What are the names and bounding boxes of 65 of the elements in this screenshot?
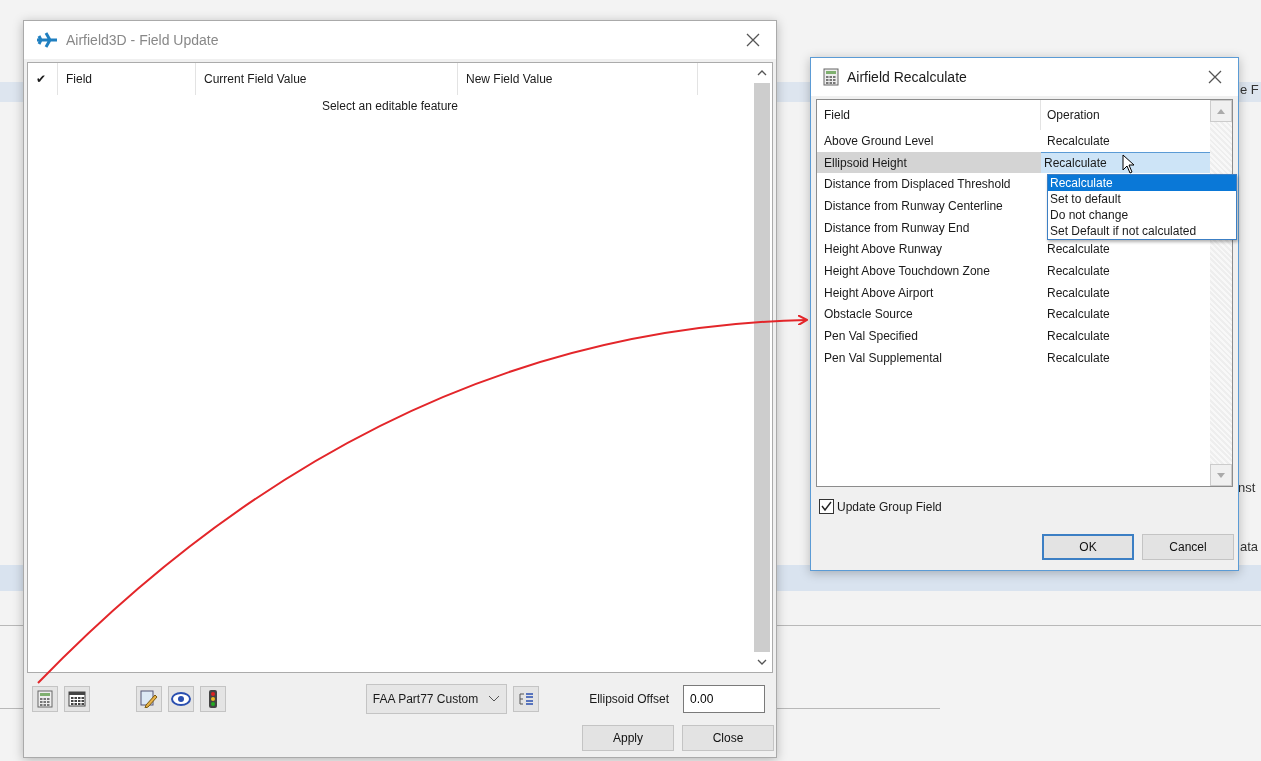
operation-cell[interactable]: Recalculate (1041, 350, 1210, 365)
list-icon (518, 691, 535, 707)
operation-cell[interactable]: Recalculate (1041, 263, 1210, 278)
window-title: Airfield Recalculate (847, 69, 968, 85)
checkbox[interactable] (819, 499, 834, 514)
column-header[interactable]: Operation (1041, 108, 1210, 122)
eye-icon (171, 691, 191, 707)
calculator-icon (823, 68, 839, 86)
dropdown-option[interactable]: Do not change (1048, 207, 1236, 224)
status-button[interactable] (200, 686, 226, 712)
column-header[interactable]: Field (817, 100, 1041, 130)
view-button[interactable] (168, 686, 194, 712)
field-cell[interactable]: Height Above Airport (817, 281, 1041, 304)
chevron-icon (488, 695, 501, 703)
dropdown-option[interactable]: Set Default if not calculated (1048, 223, 1236, 240)
dropdown-option[interactable]: Recalculate (1048, 175, 1236, 192)
dialog-button[interactable]: Apply (582, 725, 674, 751)
chevron-down-icon (757, 659, 767, 665)
background-text: ata (1240, 539, 1259, 554)
column-header[interactable]: Current Field Value (196, 63, 458, 95)
field-cell[interactable]: Distance from Displaced Threshold (817, 173, 1041, 196)
calculator-icon (37, 690, 53, 708)
list-button[interactable] (513, 686, 540, 712)
dropdown-option[interactable]: Set to default (1048, 191, 1236, 208)
chevron-up-icon (757, 70, 767, 76)
background-text: nst (1238, 480, 1256, 495)
background-text: e F (1240, 82, 1259, 97)
field-cell[interactable]: Distance from Runway Centerline (817, 195, 1041, 217)
offset-label: Ellipsoid Offset (589, 692, 669, 706)
field-cell[interactable]: Height Above Touchdown Zone (817, 260, 1041, 282)
pencil-table-icon (140, 690, 158, 708)
airplane-icon (36, 31, 58, 49)
field-cell[interactable]: Above Ground Level (817, 130, 1041, 152)
field-cell[interactable]: Height Above Runway (817, 238, 1041, 261)
field-cell[interactable]: Pen Val Supplemental (817, 346, 1041, 369)
scheme-dropdown[interactable]: FAA Part77 Custom (365, 684, 508, 714)
edit-button[interactable] (136, 686, 162, 712)
dialog-button[interactable]: Close (682, 725, 774, 751)
field-cell[interactable]: Pen Val Specified (817, 325, 1041, 347)
close-icon (1208, 69, 1222, 84)
field-cell[interactable]: Ellipsoid Height (817, 151, 1041, 174)
close-icon (746, 32, 760, 47)
operation-combo[interactable]: Recalculate (1041, 151, 1210, 174)
table-icon (68, 691, 86, 707)
table-button[interactable] (64, 686, 90, 712)
checkbox-label[interactable]: Update Group Field (837, 499, 942, 514)
dialog-button[interactable]: OK (1042, 534, 1134, 560)
calculator-button[interactable] (32, 686, 58, 712)
triangle-down-icon (1217, 472, 1225, 478)
field-cell[interactable]: Distance from Runway End (817, 216, 1041, 239)
traffic-light-icon (206, 689, 220, 709)
column-header[interactable]: ✔ (28, 63, 58, 95)
empty-message: Select an editable feature (320, 99, 460, 113)
triangle-up-icon (1217, 108, 1225, 114)
operation-cell[interactable]: Recalculate (1041, 133, 1210, 148)
operation-cell[interactable]: Recalculate (1041, 242, 1210, 257)
offset-field[interactable]: 0.00 (683, 685, 765, 713)
field-cell[interactable]: Obstacle Source (817, 303, 1041, 326)
dialog-button[interactable]: Cancel (1142, 534, 1234, 560)
column-header[interactable]: Field (58, 63, 196, 95)
column-header[interactable]: New Field Value (458, 63, 698, 95)
operation-cell[interactable]: Recalculate (1041, 307, 1210, 322)
operation-cell[interactable]: Recalculate (1041, 285, 1210, 300)
operation-cell[interactable]: Recalculate (1041, 329, 1210, 344)
window-title: Airfield3D - Field Update (66, 32, 220, 48)
